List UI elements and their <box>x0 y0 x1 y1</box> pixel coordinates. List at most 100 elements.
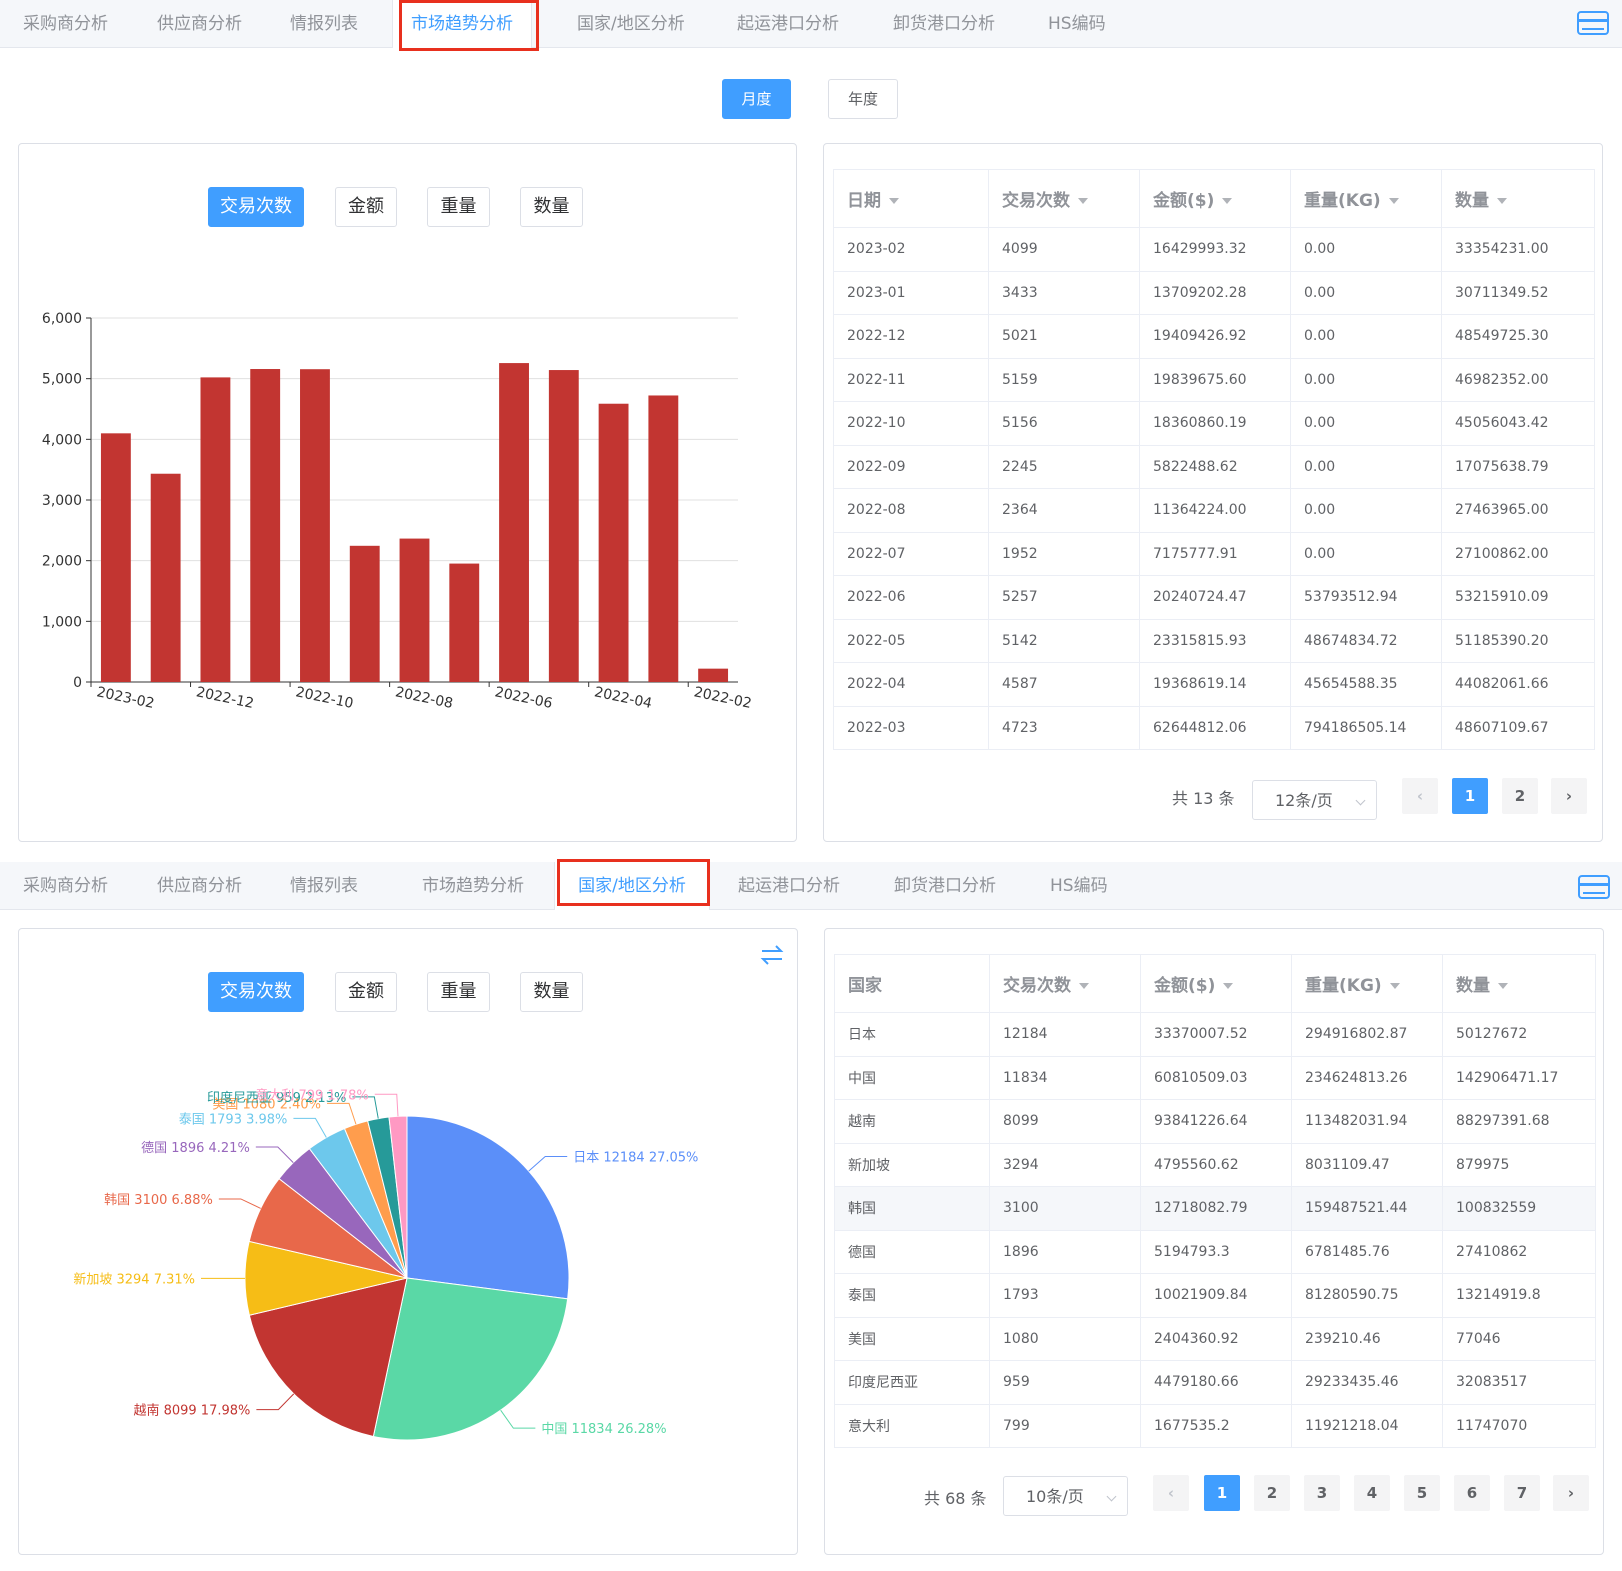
column-header[interactable]: 交易次数 <box>989 954 1141 1013</box>
table-row[interactable]: 新加坡 3294 4795560.62 8031109.47 879975 <box>834 1143 1596 1187</box>
country-page-3-button[interactable]: 3 <box>1304 1475 1340 1511</box>
tab-country-analysis[interactable]: 国家/地区分析 <box>554 862 710 910</box>
metric-quantity-button[interactable]: 数量 <box>520 187 583 227</box>
table-row[interactable]: 2022-10 5156 18360860.19 0.00 45056043.42 <box>833 401 1595 446</box>
table-row[interactable]: 泰国 1793 10021909.84 81280590.75 13214919.8 <box>834 1273 1596 1318</box>
card-view-icon[interactable] <box>1577 11 1609 35</box>
metric-amount-button[interactable]: 金额 <box>335 972 397 1012</box>
tab-market-trend[interactable]: 市场趋势分析 <box>422 862 524 910</box>
tab-country-analysis[interactable]: 国家/地区分析 <box>577 0 685 48</box>
column-header[interactable]: 金额($) <box>1140 954 1292 1013</box>
metric-weight-button[interactable]: 重量 <box>427 187 490 227</box>
tab-intel-list[interactable]: 情报列表 <box>290 862 358 910</box>
table-cell: 33354231.00 <box>1441 227 1595 272</box>
country-page-6-button[interactable]: 6 <box>1454 1475 1490 1511</box>
table-cell: 新加坡 <box>834 1143 990 1187</box>
tab-market-trend[interactable]: 市场趋势分析 <box>392 0 532 48</box>
table-row[interactable]: 中国 11834 60810509.03 234624813.26 142906471.… <box>834 1056 1596 1100</box>
trend-prev-page-button[interactable]: ‹ <box>1402 778 1438 814</box>
tab-origin-port[interactable]: 起运港口分析 <box>737 0 839 48</box>
country-prev-page-button[interactable]: ‹ <box>1153 1475 1189 1511</box>
column-header[interactable]: 国家 <box>834 954 990 1013</box>
country-next-page-button[interactable]: › <box>1553 1475 1589 1511</box>
tab-hs-code[interactable]: HS编码 <box>1048 0 1106 48</box>
table-cell: 2022-11 <box>833 358 989 402</box>
table-row[interactable]: 2022-04 4587 19368619.14 45654588.35 4408206… <box>833 662 1595 707</box>
sort-caret-icon[interactable] <box>1222 198 1233 204</box>
column-header[interactable]: 数量 <box>1441 169 1595 228</box>
country-page-5-button[interactable]: 5 <box>1404 1475 1440 1511</box>
country-page-4-button[interactable]: 4 <box>1354 1475 1390 1511</box>
tab-destination-port[interactable]: 卸货港口分析 <box>894 862 996 910</box>
column-header[interactable]: 重量(KG) <box>1290 169 1442 228</box>
trend-page-size-select[interactable]: 12条/页 <box>1252 780 1377 820</box>
table-cell: 32083517 <box>1442 1360 1596 1405</box>
sort-caret-icon[interactable] <box>1498 983 1508 989</box>
yearly-button[interactable]: 年度 <box>828 79 898 119</box>
table-row[interactable]: 2022-11 5159 19839675.60 0.00 46982352.00 <box>833 358 1595 402</box>
table-row[interactable]: 2022-12 5021 19409426.92 0.00 48549725.30 <box>833 314 1595 359</box>
country-page-7-button[interactable]: 7 <box>1504 1475 1540 1511</box>
table-row[interactable]: 2023-01 3433 13709202.28 0.00 30711349.52 <box>833 271 1595 315</box>
sort-caret-icon[interactable] <box>1223 983 1234 989</box>
card-view-icon[interactable] <box>1578 875 1610 899</box>
trend-page-1-button[interactable]: 1 <box>1452 778 1488 814</box>
metric-count-button[interactable]: 交易次数 <box>208 187 304 227</box>
sort-caret-icon[interactable] <box>1079 983 1089 989</box>
table-row[interactable]: 2022-06 5257 20240724.47 53793512.94 5321591… <box>833 575 1595 620</box>
table-row[interactable]: 日本 12184 33370007.52 294916802.87 50127672 <box>834 1012 1596 1057</box>
table-row[interactable]: 2023-02 4099 16429993.32 0.00 33354231.00 <box>833 227 1595 272</box>
table-cell: 142906471.17 <box>1442 1056 1596 1100</box>
table-row[interactable]: 美国 1080 2404360.92 239210.46 77046 <box>834 1317 1596 1361</box>
table-row[interactable]: 韩国 3100 12718082.79 159487521.44 100832559 <box>834 1186 1596 1231</box>
metric-quantity-button[interactable]: 数量 <box>520 972 583 1012</box>
sort-caret-icon[interactable] <box>1389 983 1400 989</box>
tab-supplier-analysis[interactable]: 供应商分析 <box>157 0 242 48</box>
table-cell: 4099 <box>988 227 1140 272</box>
sort-caret-icon[interactable] <box>1078 198 1088 204</box>
sort-caret-icon[interactable] <box>1497 198 1507 204</box>
column-header[interactable]: 重量(KG) <box>1291 954 1443 1013</box>
country-page-size-select[interactable]: 10条/页 <box>1003 1476 1128 1516</box>
sort-caret-icon[interactable] <box>889 198 899 204</box>
swap-icon[interactable] <box>759 943 785 967</box>
table-row[interactable]: 2022-08 2364 11364224.00 0.00 27463965.00 <box>833 488 1595 533</box>
column-header[interactable]: 数量 <box>1442 954 1596 1013</box>
table-cell: 1793 <box>989 1273 1141 1318</box>
sort-caret-icon[interactable] <box>1388 198 1399 204</box>
tab-supplier-analysis[interactable]: 供应商分析 <box>157 862 242 910</box>
trend-page-2-button[interactable]: 2 <box>1502 778 1538 814</box>
metric-amount-button[interactable]: 金额 <box>335 187 397 227</box>
tab-destination-port[interactable]: 卸货港口分析 <box>893 0 995 48</box>
column-header[interactable]: 金额($) <box>1139 169 1291 228</box>
table-cell: 19368619.14 <box>1139 662 1291 707</box>
table-cell: 46982352.00 <box>1441 358 1595 402</box>
table-cell: 23315815.93 <box>1139 619 1291 663</box>
tab-origin-port[interactable]: 起运港口分析 <box>738 862 840 910</box>
table-cell: 印度尼西亚 <box>834 1360 990 1405</box>
tab-buyer-analysis[interactable]: 采购商分析 <box>23 0 108 48</box>
table-row[interactable]: 2022-09 2245 5822488.62 0.00 17075638.79 <box>833 445 1595 489</box>
trend-next-page-button[interactable]: › <box>1551 778 1587 814</box>
table-row[interactable]: 意大利 799 1677535.2 11921218.04 11747070 <box>834 1404 1596 1448</box>
table-row[interactable]: 越南 8099 93841226.64 113482031.94 88297391.68 <box>834 1099 1596 1144</box>
table-row[interactable]: 2022-03 4723 62644812.06 794186505.14 486071… <box>833 706 1595 750</box>
metric-count-button[interactable]: 交易次数 <box>208 972 304 1012</box>
tab-intel-list[interactable]: 情报列表 <box>290 0 358 48</box>
table-cell: 2022-04 <box>833 662 989 707</box>
country-chart-panel: 交易次数 金额 重量 数量 <box>18 928 798 1555</box>
table-row[interactable]: 2022-07 1952 7175777.91 0.00 27100862.00 <box>833 532 1595 576</box>
country-page-1-button[interactable]: 1 <box>1204 1475 1240 1511</box>
table-cell: 德国 <box>834 1230 990 1274</box>
country-page-2-button[interactable]: 2 <box>1254 1475 1290 1511</box>
column-header[interactable]: 日期 <box>833 169 989 228</box>
table-row[interactable]: 2022-05 5142 23315815.93 48674834.72 5118539… <box>833 619 1595 663</box>
monthly-button[interactable]: 月度 <box>722 79 791 119</box>
table-row[interactable]: 德国 1896 5194793.3 6781485.76 27410862 <box>834 1230 1596 1274</box>
table-cell: 794186505.14 <box>1290 706 1442 750</box>
tab-hs-code[interactable]: HS编码 <box>1050 862 1108 910</box>
metric-weight-button[interactable]: 重量 <box>427 972 490 1012</box>
tab-buyer-analysis[interactable]: 采购商分析 <box>23 862 108 910</box>
column-header[interactable]: 交易次数 <box>988 169 1140 228</box>
table-row[interactable]: 印度尼西亚 959 4479180.66 29233435.46 32083517 <box>834 1360 1596 1405</box>
